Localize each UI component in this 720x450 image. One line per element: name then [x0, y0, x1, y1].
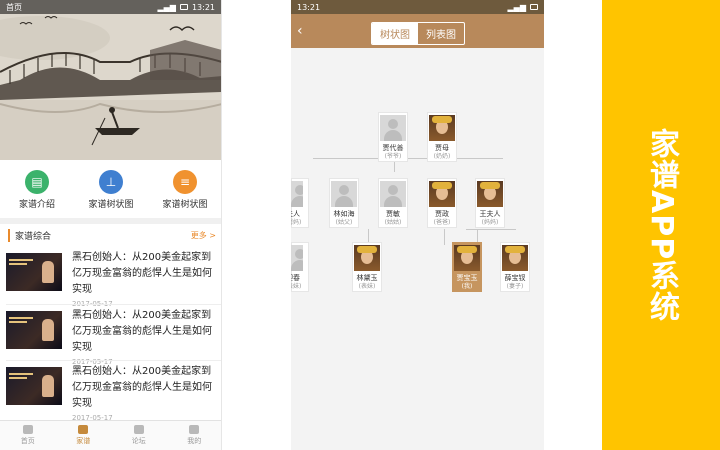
news-item[interactable]: 黑石创始人：从200美金起家到亿万现金富翁的彪悍人生是如何实现 2017-05-… [0, 308, 221, 366]
section-title: 家谱综合 [8, 228, 51, 242]
member-card[interactable]: 夫人 (舅妈) [291, 178, 309, 228]
signal-icon: ▂▄▆ [507, 2, 526, 12]
tab-genealogy[interactable]: 家谱 [56, 421, 112, 450]
member-card[interactable]: 林黛玉 (表妹) [352, 242, 382, 292]
member-card[interactable]: 林如海 (姑父) [329, 178, 359, 228]
member-card[interactable]: 薛宝钗 (妻子) [500, 242, 530, 292]
tree-icon: ⊥ [99, 170, 123, 194]
news-thumbnail [6, 367, 62, 405]
list-icon: ≡ [173, 170, 197, 194]
quick-actions: ▤ 家谱介绍 ⊥ 家谱树状图 ≡ 家谱树状图 [0, 170, 221, 214]
member-card[interactable]: 贾敏 (姑姑) [378, 178, 408, 228]
ink-painting-illustration [0, 0, 221, 160]
status-bar: 13:21 ▂▄▆ [291, 0, 544, 14]
user-icon [189, 425, 200, 434]
news-divider [6, 304, 221, 305]
tab-profile[interactable]: 我的 [167, 421, 222, 450]
people-icon [78, 425, 89, 434]
status-time: 首页 [6, 2, 22, 12]
avatar-placeholder-icon [380, 181, 406, 207]
avatar [429, 115, 455, 141]
status-bar: 首页 ▂▄▆ 13:21 [0, 0, 221, 14]
avatar [477, 181, 503, 207]
promo-panel: 家谱APP系统 [602, 0, 720, 450]
avatar-placeholder-icon [291, 181, 303, 207]
avatar-placeholder-icon [380, 115, 406, 141]
chat-icon [133, 425, 144, 434]
back-arrow-icon[interactable]: ‹ [297, 24, 307, 38]
tab-tree-view[interactable]: 树状图 [372, 23, 418, 44]
news-item[interactable]: 黑石创始人：从200美金起家到亿万现金富翁的彪悍人生是如何实现 2017-05-… [0, 250, 221, 308]
home-screen: 首页 ▂▄▆ 13:21 ▤ 家谱介绍 ⊥ 家谱树状图 ≡ 家谱树状图 家谱综合… [0, 0, 222, 450]
avatar [454, 245, 480, 271]
member-card[interactable]: 贾代善 (爷爷) [378, 112, 408, 162]
news-thumbnail [6, 311, 62, 349]
news-title: 黑石创始人：从200美金起家到亿万现金富翁的彪悍人生是如何实现 [72, 252, 212, 295]
news-thumbnail [6, 253, 62, 291]
member-card[interactable]: 王夫人 (妈妈) [475, 178, 505, 228]
family-tree: 贾代善 (爷爷) 贾母 (奶奶) 夫人 (舅妈) 林如海 (姑父) 贾敏 [291, 48, 544, 450]
view-switcher: 树状图 列表图 [371, 22, 465, 45]
news-divider [6, 360, 221, 361]
quick-list[interactable]: ≡ 家谱树状图 [148, 170, 221, 214]
avatar-placeholder-icon [331, 181, 357, 207]
battery-icon [179, 4, 188, 10]
tab-home[interactable]: 首页 [0, 421, 56, 450]
avatar [354, 245, 380, 271]
member-card[interactable]: 贾政 (爸爸) [427, 178, 457, 228]
status-clock: 13:21 [191, 2, 215, 12]
member-card[interactable]: 迎春 (表妹) [291, 242, 309, 292]
signal-icon: ▂▄▆ [157, 2, 176, 12]
news-item[interactable]: 黑石创始人：从200美金起家到亿万现金富翁的彪悍人生是如何实现 2017-05-… [0, 364, 221, 422]
avatar-placeholder-icon [291, 245, 303, 271]
member-card[interactable]: 贾母 (奶奶) [427, 112, 457, 162]
quick-tree[interactable]: ⊥ 家谱树状图 [74, 170, 148, 214]
news-title: 黑石创始人：从200美金起家到亿万现金富翁的彪悍人生是如何实现 [72, 366, 212, 409]
quick-intro[interactable]: ▤ 家谱介绍 [0, 170, 74, 214]
avatar [502, 245, 528, 271]
tab-list-view[interactable]: 列表图 [418, 23, 464, 44]
divider [0, 218, 221, 224]
hero-banner-image [0, 0, 221, 160]
family-tree-screen: 13:21 ▂▄▆ ‹ 树状图 列表图 贾代善 (爷爷) 贾母 (奶奶) 人 妈… [291, 0, 544, 450]
home-icon [22, 425, 33, 434]
status-time: 13:21 [297, 2, 321, 12]
promo-title: 家谱APP系统 [644, 127, 679, 323]
member-card-selected[interactable]: 贾宝玉 (我) [452, 242, 482, 292]
battery-icon [530, 4, 538, 10]
avatar [429, 181, 455, 207]
news-title: 黑石创始人：从200美金起家到亿万现金富翁的彪悍人生是如何实现 [72, 310, 212, 353]
more-link[interactable]: 更多 > [191, 230, 216, 241]
section-header: 家谱综合 更多 > [0, 226, 221, 244]
document-icon: ▤ [25, 170, 49, 194]
stage: 首页 ▂▄▆ 13:21 ▤ 家谱介绍 ⊥ 家谱树状图 ≡ 家谱树状图 家谱综合… [0, 0, 720, 450]
toolbar: ‹ 树状图 列表图 [291, 14, 544, 48]
bottom-tab-bar: 首页 家谱 论坛 我的 [0, 420, 222, 450]
tab-forum[interactable]: 论坛 [111, 421, 167, 450]
